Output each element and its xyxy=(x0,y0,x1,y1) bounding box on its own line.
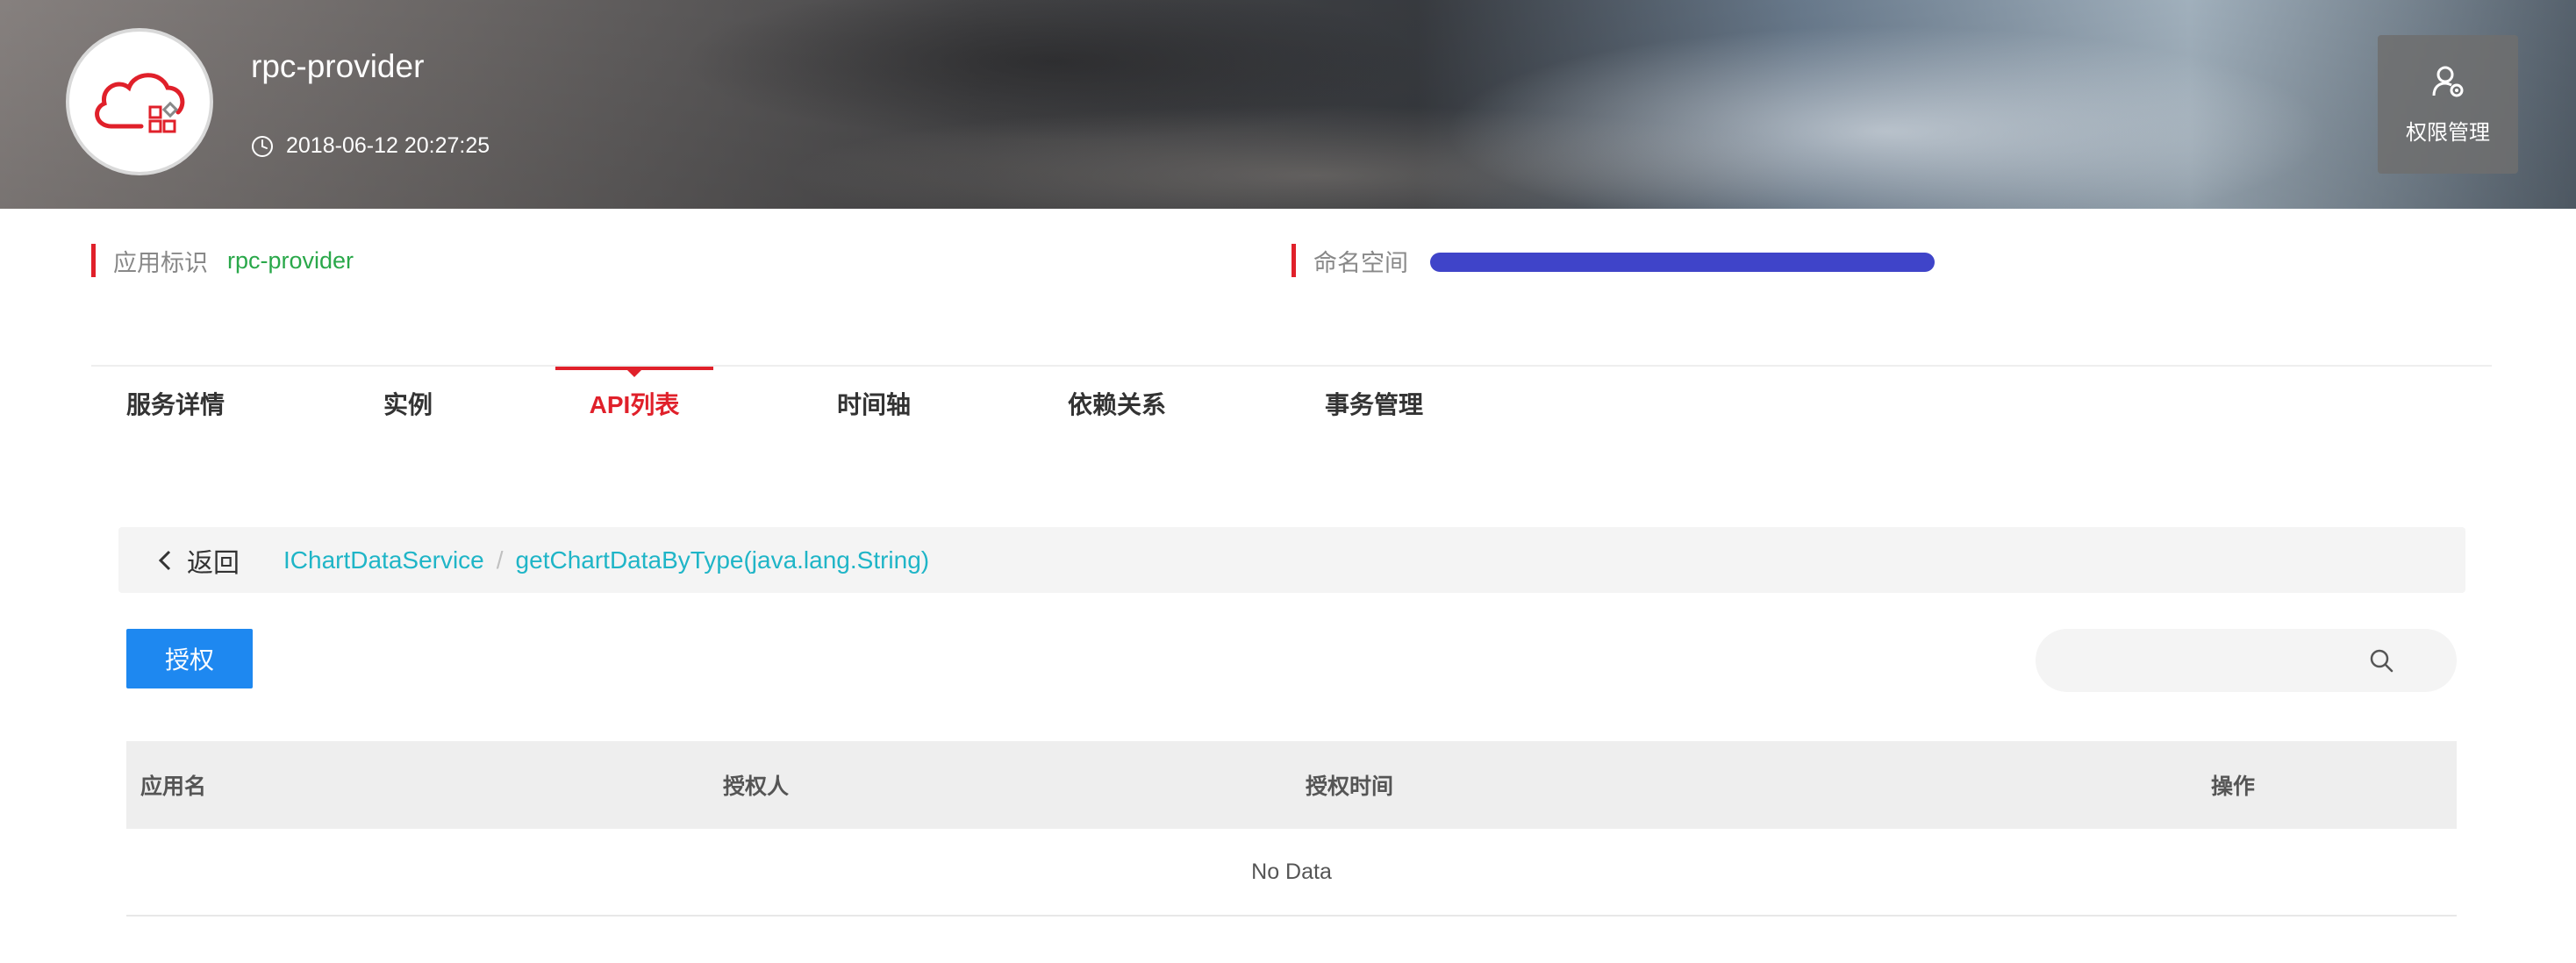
tabs-divider xyxy=(91,365,2492,367)
breadcrumb-separator: / xyxy=(496,546,504,574)
chevron-left-icon xyxy=(158,550,171,570)
column-app-name: 应用名 xyxy=(140,774,207,799)
column-authorized-time: 授权时间 xyxy=(1306,774,1394,799)
namespace-label: 命名空间 xyxy=(1313,249,1408,276)
column-actions: 操作 xyxy=(2211,774,2256,799)
back-label: 返回 xyxy=(187,548,240,578)
authorize-button[interactable]: 授权 xyxy=(126,629,253,688)
breadcrumb-service[interactable]: IChartDataService xyxy=(283,546,484,574)
clock-icon xyxy=(252,135,273,157)
app-banner: rpc-provider 2018-06-12 20:27:25 权限管理 xyxy=(0,0,2576,209)
namespace-row: 命名空间 xyxy=(1292,243,1428,278)
app-title: rpc-provider xyxy=(251,48,425,84)
created-time: 2018-06-12 20:27:25 xyxy=(251,133,490,159)
permission-management-button[interactable]: 权限管理 xyxy=(2378,35,2518,174)
breadcrumb-method[interactable]: getChartDataByType(java.lang.String) xyxy=(516,546,930,574)
tab-timeline[interactable]: 时间轴 xyxy=(836,368,912,439)
created-time-text: 2018-06-12 20:27:25 xyxy=(286,133,490,158)
tab-instances[interactable]: 实例 xyxy=(382,368,434,439)
namespace-marker xyxy=(1292,244,1296,277)
namespace-value-redacted xyxy=(1430,253,1935,272)
search-box xyxy=(2036,629,2457,694)
tab-transaction-management[interactable]: 事务管理 xyxy=(1325,368,1423,439)
app-id-row: 应用标识 rpc-provider xyxy=(91,243,354,278)
search-input[interactable] xyxy=(2062,629,2381,694)
tab-api-list[interactable]: API列表 xyxy=(555,368,713,439)
search-icon[interactable] xyxy=(2369,648,2394,673)
cloud-app-icon xyxy=(95,73,185,133)
app-logo xyxy=(66,28,213,175)
table-header: 应用名 授权人 授权时间 操作 xyxy=(126,741,2457,829)
tab-dependencies[interactable]: 依赖关系 xyxy=(1068,368,1166,439)
tab-service-details[interactable]: 服务详情 xyxy=(126,368,225,439)
breadcrumb: 返回 IChartDataService / getChartDataByTyp… xyxy=(118,527,2465,593)
user-settings-icon xyxy=(2432,66,2464,96)
column-authorizer: 授权人 xyxy=(723,774,790,799)
app-id-marker xyxy=(91,244,96,277)
permission-management-label: 权限管理 xyxy=(2406,120,2490,145)
back-button[interactable]: 返回 xyxy=(157,541,240,580)
table-empty-state: No Data xyxy=(126,829,2457,917)
app-id-label: 应用标识 xyxy=(113,249,208,276)
app-id-value: rpc-provider xyxy=(227,246,354,274)
